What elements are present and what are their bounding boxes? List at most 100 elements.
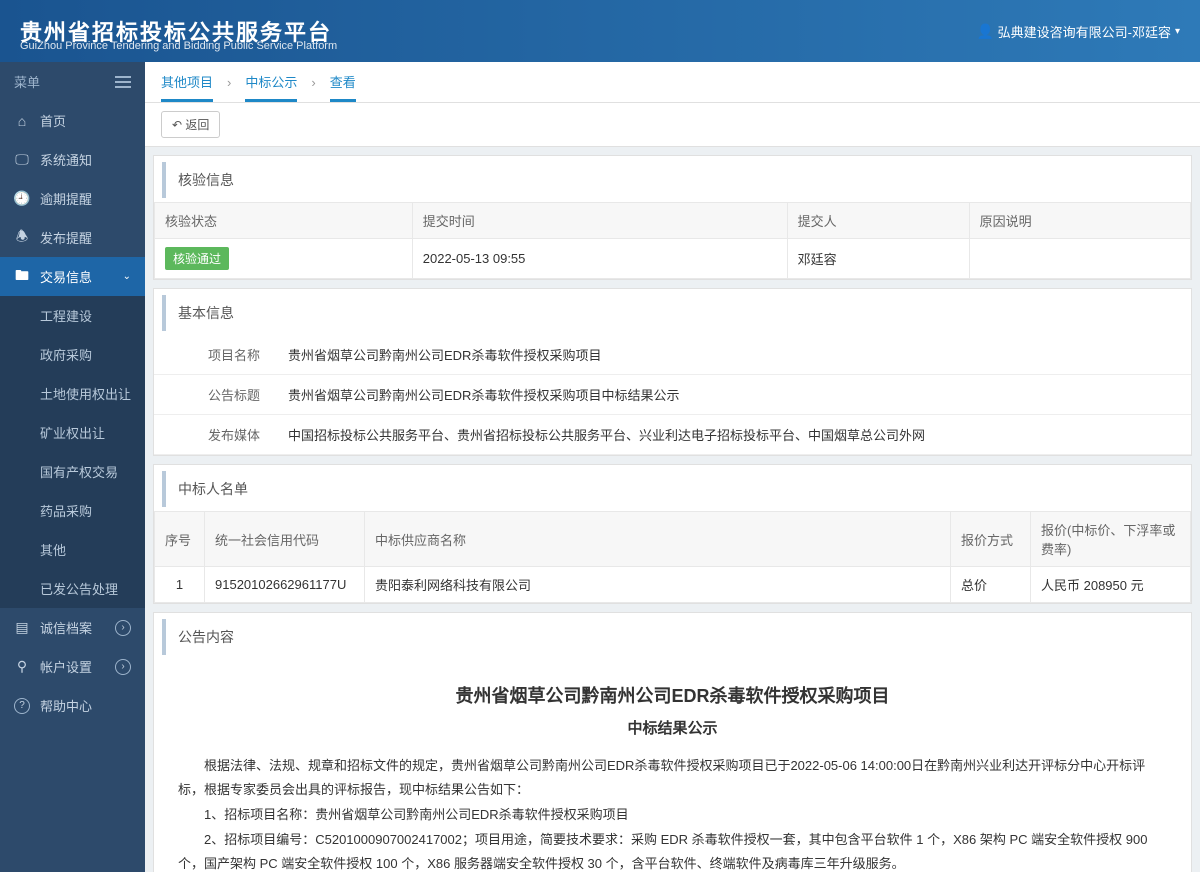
- nav-label: 系统通知: [40, 150, 92, 169]
- nav-overdue[interactable]: 🕘 逾期提醒: [0, 179, 145, 218]
- home-icon: ⌂: [14, 113, 30, 129]
- sub-construction[interactable]: 工程建设: [0, 296, 145, 335]
- sub-property[interactable]: 国有产权交易: [0, 452, 145, 491]
- sub-other[interactable]: 其他: [0, 530, 145, 569]
- nav-label: 矿业权出让: [40, 423, 105, 442]
- cell-quote: 人民币 208950 元: [1031, 567, 1191, 603]
- nav-label: 土地使用权出让: [40, 384, 131, 403]
- nav-label: 诚信档案: [40, 618, 92, 637]
- cell-code: 91520102662961177U: [205, 567, 365, 603]
- line-text: 2、招标项目编号：C5201000907002417002；项目用途，简要技术要…: [178, 828, 1167, 872]
- panel-title: 公告内容: [162, 619, 1191, 655]
- help-icon: ?: [14, 698, 30, 714]
- archive-icon: ▤: [14, 620, 30, 636]
- announcement-panel: 公告内容 贵州省烟草公司黔南州公司EDR杀毒软件授权采购项目 中标结果公示 根据…: [153, 612, 1192, 872]
- th-no: 序号: [155, 512, 205, 567]
- sidebar-title: 菜单: [14, 72, 40, 91]
- main-content: 其他项目 › 中标公示 › 查看 ↶ 返回 核验信息 核验状态 提交时间 提交人…: [145, 62, 1200, 872]
- breadcrumb: 其他项目 › 中标公示 › 查看: [145, 62, 1200, 103]
- line-text: 1、招标项目名称：贵州省烟草公司黔南州公司EDR杀毒软件授权采购项目: [178, 803, 1167, 828]
- sub-gov-procure[interactable]: 政府采购: [0, 335, 145, 374]
- app-header: 贵州省招标投标公共服务平台 GuiZhou Province Tendering…: [0, 0, 1200, 62]
- sub-mining[interactable]: 矿业权出让: [0, 413, 145, 452]
- nav-account[interactable]: ⚲ 帐户设置 ›: [0, 647, 145, 686]
- verify-table: 核验状态 提交时间 提交人 原因说明 核验通过 2022-05-13 09:55…: [154, 202, 1191, 279]
- nav-label: 其他: [40, 540, 66, 559]
- crumb-sep: ›: [311, 75, 315, 90]
- user-settings-icon: ⚲: [14, 659, 30, 675]
- monitor-icon: 🖵: [14, 152, 30, 168]
- folder-icon: 🖿: [14, 269, 30, 285]
- toolbar: ↶ 返回: [145, 103, 1200, 147]
- nav-label: 政府采购: [40, 345, 92, 364]
- nav-label: 发布提醒: [40, 228, 92, 247]
- th-submitter: 提交人: [787, 203, 969, 239]
- form-value: 贵州省烟草公司黔南州公司EDR杀毒软件授权采购项目中标结果公示: [274, 375, 1191, 414]
- chevron-down-icon: ⌄: [123, 271, 131, 282]
- chevron-down-icon: ▾: [1175, 26, 1180, 37]
- verify-panel: 核验信息 核验状态 提交时间 提交人 原因说明 核验通过 2022-05-13 …: [153, 155, 1192, 280]
- table-row: 核验通过 2022-05-13 09:55 邓廷容: [155, 239, 1191, 279]
- crumb-sep: ›: [227, 75, 231, 90]
- menu-toggle-icon[interactable]: [115, 76, 131, 88]
- sidebar: 菜单 ⌂ 首页 🖵 系统通知 🕘 逾期提醒 🕭 发布提醒 🖿 交易信息 ⌄ 工程…: [0, 62, 145, 872]
- announcement-content: 贵州省烟草公司黔南州公司EDR杀毒软件授权采购项目 中标结果公示 根据法律、法规…: [154, 659, 1191, 872]
- nav-label: 药品采购: [40, 501, 92, 520]
- th-name: 中标供应商名称: [365, 512, 951, 567]
- cell-submitter: 邓廷容: [787, 239, 969, 279]
- winners-table: 序号 统一社会信用代码 中标供应商名称 报价方式 报价(中标价、下浮率或费率) …: [154, 511, 1191, 603]
- nav-publish-remind[interactable]: 🕭 发布提醒: [0, 218, 145, 257]
- back-button-label: 返回: [185, 118, 209, 132]
- bell-icon: 🕭: [14, 230, 30, 246]
- nav-label: 已发公告处理: [40, 579, 118, 598]
- info-badge-icon: ›: [115, 659, 131, 675]
- th-time: 提交时间: [412, 203, 787, 239]
- nav-label: 国有产权交易: [40, 462, 118, 481]
- back-button[interactable]: ↶ 返回: [161, 111, 220, 138]
- th-code: 统一社会信用代码: [205, 512, 365, 567]
- form-row: 公告标题 贵州省烟草公司黔南州公司EDR杀毒软件授权采购项目中标结果公示: [154, 375, 1191, 415]
- cell-reason: [969, 239, 1190, 279]
- th-reason: 原因说明: [969, 203, 1190, 239]
- sub-published[interactable]: 已发公告处理: [0, 569, 145, 608]
- nav-home[interactable]: ⌂ 首页: [0, 101, 145, 140]
- table-row: 1 91520102662961177U 贵阳泰利网络科技有限公司 总价 人民币…: [155, 567, 1191, 603]
- nav-notifications[interactable]: 🖵 系统通知: [0, 140, 145, 179]
- user-menu[interactable]: 👤 弘典建设咨询有限公司-邓廷容 ▾: [978, 22, 1180, 41]
- form-label: 公告标题: [154, 375, 274, 414]
- th-status: 核验状态: [155, 203, 413, 239]
- intro-text: 根据法律、法规、规章和招标文件的规定，贵州省烟草公司黔南州公司EDR杀毒软件授权…: [178, 754, 1167, 803]
- doc-title: 贵州省烟草公司黔南州公司EDR杀毒软件授权采购项目: [178, 679, 1167, 713]
- nav-label: 逾期提醒: [40, 189, 92, 208]
- form-value: 中国招标投标公共服务平台、贵州省招标投标公共服务平台、兴业利达电子招标投标平台、…: [274, 415, 1191, 454]
- nav-trade-submenu: 工程建设 政府采购 土地使用权出让 矿业权出让 国有产权交易 药品采购 其他 已…: [0, 296, 145, 608]
- status-badge: 核验通过: [165, 247, 229, 270]
- nav-label: 帮助中心: [40, 696, 92, 715]
- sub-medicine[interactable]: 药品采购: [0, 491, 145, 530]
- sub-land[interactable]: 土地使用权出让: [0, 374, 145, 413]
- crumb-2[interactable]: 中标公示: [245, 72, 297, 102]
- form-value: 贵州省烟草公司黔南州公司EDR杀毒软件授权采购项目: [274, 335, 1191, 374]
- cell-method: 总价: [951, 567, 1031, 603]
- nav-label: 首页: [40, 111, 66, 130]
- cell-time: 2022-05-13 09:55: [412, 239, 787, 279]
- form-row: 项目名称 贵州省烟草公司黔南州公司EDR杀毒软件授权采购项目: [154, 335, 1191, 375]
- form-label: 项目名称: [154, 335, 274, 374]
- crumb-3[interactable]: 查看: [330, 72, 356, 102]
- nav-label: 交易信息: [40, 267, 92, 286]
- nav-help[interactable]: ? 帮助中心: [0, 686, 145, 725]
- sidebar-header: 菜单: [0, 62, 145, 101]
- nav-credit[interactable]: ▤ 诚信档案 ›: [0, 608, 145, 647]
- nav-trade-info[interactable]: 🖿 交易信息 ⌄: [0, 257, 145, 296]
- form-row: 发布媒体 中国招标投标公共服务平台、贵州省招标投标公共服务平台、兴业利达电子招标…: [154, 415, 1191, 455]
- doc-subtitle: 中标结果公示: [178, 715, 1167, 744]
- cell-name: 贵阳泰利网络科技有限公司: [365, 567, 951, 603]
- app-title: 贵州省招标投标公共服务平台 GuiZhou Province Tendering…: [20, 15, 332, 47]
- panel-title: 基本信息: [162, 295, 1191, 331]
- basic-panel: 基本信息 项目名称 贵州省烟草公司黔南州公司EDR杀毒软件授权采购项目 公告标题…: [153, 288, 1192, 456]
- th-method: 报价方式: [951, 512, 1031, 567]
- crumb-1[interactable]: 其他项目: [161, 72, 213, 102]
- panel-title: 中标人名单: [162, 471, 1191, 507]
- user-name-label: 弘典建设咨询有限公司-邓廷容: [998, 22, 1171, 41]
- winners-panel: 中标人名单 序号 统一社会信用代码 中标供应商名称 报价方式 报价(中标价、下浮…: [153, 464, 1192, 604]
